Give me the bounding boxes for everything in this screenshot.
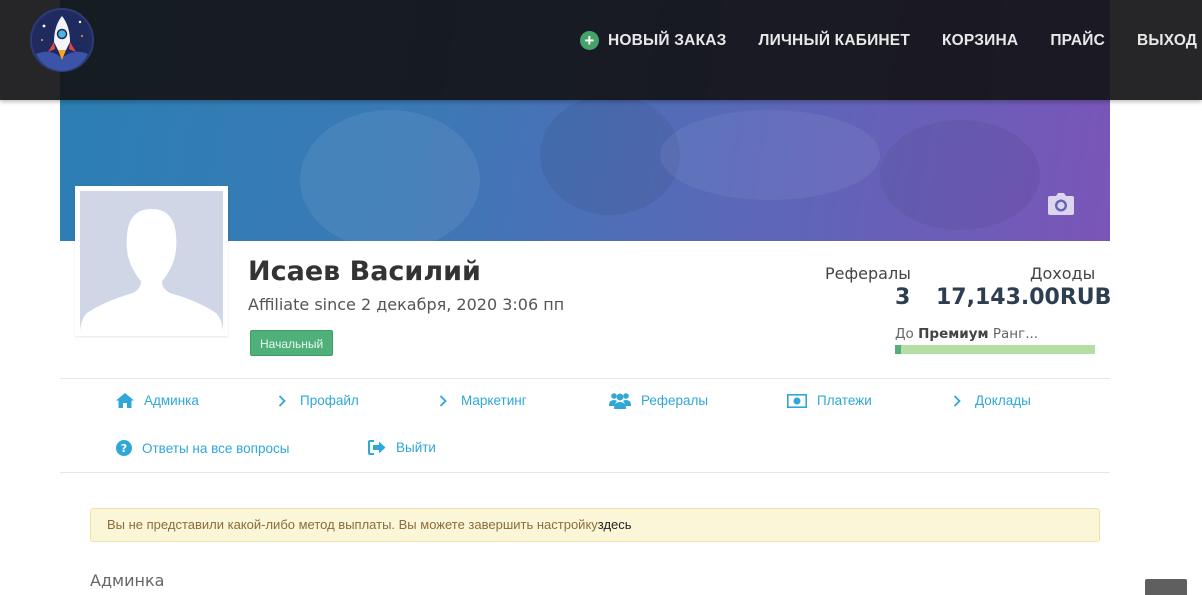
svg-text:?: ? bbox=[121, 442, 127, 455]
plus-circle-icon: + bbox=[580, 31, 599, 50]
user-name: Исаев Василий bbox=[248, 256, 481, 287]
nav-new-order-label: Новый заказ bbox=[608, 31, 727, 49]
rank-progress-prefix: До bbox=[895, 326, 914, 342]
income-label: Доходы bbox=[1030, 264, 1096, 283]
income-amount: 17,143.00RUB bbox=[936, 285, 1112, 310]
chevron-right-icon bbox=[278, 394, 286, 407]
sign-out-icon bbox=[368, 440, 386, 455]
users-icon bbox=[609, 392, 631, 409]
menu-item-faq[interactable]: ? Ответы на все вопросы bbox=[116, 440, 289, 456]
payout-method-alert: Вы не представили какой-либо метод выпла… bbox=[90, 508, 1100, 542]
scroll-to-top-button[interactable] bbox=[1145, 579, 1187, 595]
money-icon bbox=[787, 393, 807, 408]
menu-item-label: Выйти bbox=[396, 440, 436, 455]
rank-progress-bar bbox=[895, 345, 1095, 354]
referrals-label: Рефералы bbox=[825, 264, 911, 283]
nav-price[interactable]: Прайс bbox=[1050, 32, 1105, 50]
menu-item-marketing[interactable]: Маркетинг bbox=[439, 393, 527, 408]
nav-new-order[interactable]: + Новый заказ bbox=[580, 31, 727, 50]
menu-item-profile[interactable]: Профайл bbox=[278, 393, 359, 408]
section-heading: Админка bbox=[90, 571, 165, 590]
alert-text: Вы не представили какой-либо метод выпла… bbox=[107, 517, 598, 532]
top-navbar: + Новый заказ Личный кабинет Корзина Пра… bbox=[0, 0, 1202, 100]
rank-progress-suffix: Ранг... bbox=[992, 326, 1039, 342]
rank-badge: Начальный bbox=[250, 330, 334, 356]
rank-progress-fill bbox=[895, 345, 901, 354]
avatar[interactable] bbox=[75, 186, 228, 336]
default-avatar-icon bbox=[80, 191, 223, 331]
cover-decoration bbox=[880, 120, 1040, 230]
nav-logout[interactable]: Выход bbox=[1137, 32, 1197, 50]
menu-item-label: Доклады bbox=[975, 393, 1031, 408]
menu-item-label: Профайл bbox=[300, 393, 359, 408]
cover-decoration bbox=[540, 95, 680, 215]
chevron-right-icon bbox=[439, 394, 447, 407]
divider bbox=[60, 378, 1110, 379]
rocket-logo-icon[interactable] bbox=[30, 8, 94, 72]
menu-item-dashboard[interactable]: Админка bbox=[116, 393, 199, 408]
menu-item-label: Рефералы bbox=[641, 393, 709, 408]
alert-setup-link[interactable]: здесь bbox=[598, 517, 632, 532]
camera-icon[interactable] bbox=[1047, 192, 1075, 216]
menu-item-referrals[interactable]: Рефералы bbox=[609, 392, 708, 409]
rank-progress-text: До Премиум Ранг... bbox=[895, 326, 1038, 342]
cover-decoration bbox=[300, 110, 480, 241]
menu-item-reports[interactable]: Доклады bbox=[953, 393, 1031, 408]
nav-cart[interactable]: Корзина bbox=[942, 32, 1018, 50]
home-icon bbox=[116, 393, 134, 408]
question-circle-icon: ? bbox=[116, 440, 132, 456]
menu-item-logout[interactable]: Выйти bbox=[368, 440, 436, 455]
menu-item-payments[interactable]: Платежи bbox=[787, 393, 872, 408]
main-nav: + Новый заказ Личный кабинет Корзина Пра… bbox=[580, 31, 1197, 50]
menu-item-label: Маркетинг bbox=[461, 393, 527, 408]
divider bbox=[60, 472, 1110, 473]
menu-item-label: Ответы на все вопросы bbox=[142, 440, 290, 456]
cover-decoration bbox=[660, 110, 880, 200]
nav-personal-account[interactable]: Личный кабинет bbox=[759, 32, 910, 50]
menu-item-label: Платежи bbox=[817, 393, 872, 408]
rank-progress-target: Премиум bbox=[918, 326, 989, 342]
chevron-right-icon bbox=[953, 394, 961, 407]
menu-item-label: Админка bbox=[144, 393, 199, 408]
referrals-count: 3 bbox=[895, 285, 911, 310]
affiliate-since: Affiliate since 2 декабря, 2020 3:06 пп bbox=[248, 295, 565, 314]
